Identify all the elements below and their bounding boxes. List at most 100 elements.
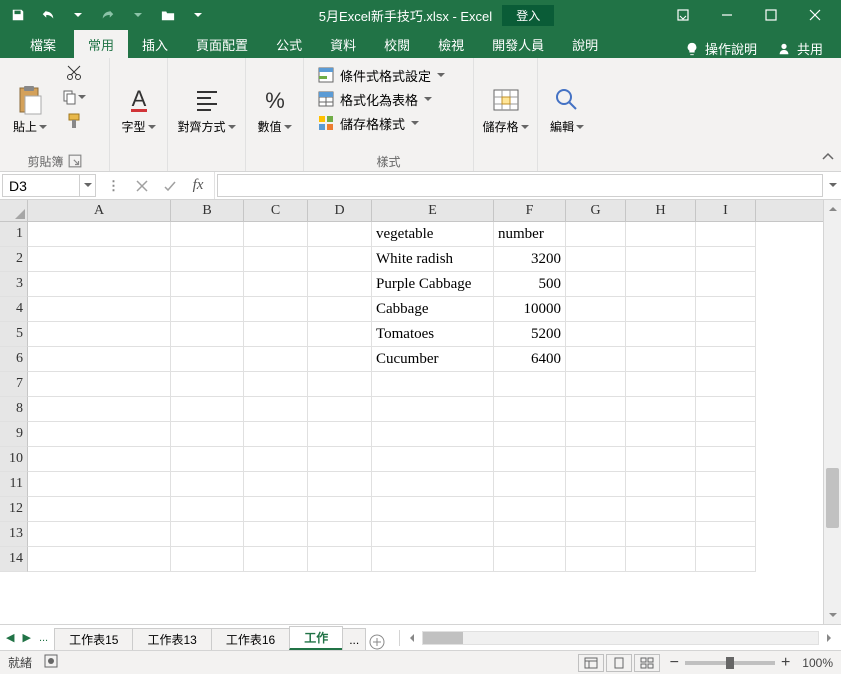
cell[interactable]	[28, 547, 171, 572]
scroll-left[interactable]	[404, 630, 420, 646]
cell[interactable]	[171, 497, 244, 522]
column-header[interactable]: E	[372, 200, 494, 221]
page-break-view[interactable]	[634, 654, 660, 672]
cell[interactable]	[566, 422, 626, 447]
row-header[interactable]: 12	[0, 497, 28, 522]
row-header[interactable]: 13	[0, 522, 28, 547]
font-button[interactable]: A 字型	[116, 62, 161, 136]
cut-button[interactable]	[58, 62, 90, 84]
cell[interactable]	[244, 297, 308, 322]
cell[interactable]	[244, 222, 308, 247]
cell[interactable]	[626, 247, 696, 272]
cell[interactable]	[28, 272, 171, 297]
next-sheet[interactable]: ▶	[22, 631, 30, 644]
cell[interactable]	[171, 297, 244, 322]
cancel-formula[interactable]	[130, 175, 154, 197]
cell[interactable]	[566, 347, 626, 372]
name-box-dropdown[interactable]	[79, 175, 95, 196]
cell[interactable]: 500	[494, 272, 566, 297]
cell[interactable]	[244, 472, 308, 497]
cell[interactable]	[171, 472, 244, 497]
editing-button[interactable]: 編輯	[544, 62, 590, 136]
cell[interactable]	[566, 522, 626, 547]
cell[interactable]	[566, 322, 626, 347]
cell[interactable]	[28, 372, 171, 397]
cell[interactable]	[171, 397, 244, 422]
name-box[interactable]: D3	[2, 174, 96, 197]
cell[interactable]	[566, 222, 626, 247]
cell[interactable]	[372, 397, 494, 422]
cell[interactable]	[494, 497, 566, 522]
cell[interactable]	[626, 297, 696, 322]
cell[interactable]	[28, 422, 171, 447]
cell[interactable]	[566, 372, 626, 397]
cell[interactable]	[244, 397, 308, 422]
cell[interactable]	[566, 547, 626, 572]
row-header[interactable]: 9	[0, 422, 28, 447]
cell[interactable]	[308, 322, 372, 347]
cell[interactable]	[372, 522, 494, 547]
page-layout-view[interactable]	[606, 654, 632, 672]
cell[interactable]	[171, 322, 244, 347]
expand-formula-bar[interactable]	[825, 172, 841, 199]
cell[interactable]	[494, 447, 566, 472]
sheet-tab[interactable]: 工作表13	[132, 628, 211, 650]
row-header[interactable]: 8	[0, 397, 28, 422]
minimize-button[interactable]	[705, 0, 749, 30]
cell[interactable]: 10000	[494, 297, 566, 322]
cell[interactable]	[494, 422, 566, 447]
tab-formulas[interactable]: 公式	[262, 30, 316, 58]
cell[interactable]	[566, 472, 626, 497]
cell[interactable]	[626, 472, 696, 497]
cell[interactable]	[372, 472, 494, 497]
cell[interactable]	[244, 547, 308, 572]
cell[interactable]	[626, 497, 696, 522]
cell[interactable]	[28, 472, 171, 497]
tell-me[interactable]: 操作說明	[677, 39, 765, 58]
cell[interactable]	[244, 247, 308, 272]
copy-button[interactable]	[58, 86, 90, 108]
cell[interactable]	[244, 272, 308, 297]
cell[interactable]: White radish	[372, 247, 494, 272]
cell[interactable]	[28, 322, 171, 347]
cell[interactable]	[372, 497, 494, 522]
vertical-scrollbar[interactable]	[823, 200, 841, 624]
cell[interactable]	[566, 397, 626, 422]
maximize-button[interactable]	[749, 0, 793, 30]
cell[interactable]	[244, 322, 308, 347]
cell[interactable]	[494, 397, 566, 422]
cell[interactable]	[308, 397, 372, 422]
cell[interactable]	[244, 372, 308, 397]
cell[interactable]	[626, 222, 696, 247]
zoom-out[interactable]: −	[670, 654, 679, 672]
new-sheet-button[interactable]	[365, 634, 389, 650]
alignment-button[interactable]: 對齊方式	[174, 62, 239, 136]
cell[interactable]	[626, 347, 696, 372]
cell-styles-button[interactable]: 儲存格樣式	[314, 112, 449, 134]
cell[interactable]	[696, 347, 756, 372]
cell[interactable]	[494, 522, 566, 547]
cell[interactable]	[696, 372, 756, 397]
format-painter-button[interactable]	[58, 110, 90, 132]
cell[interactable]: Cabbage	[372, 297, 494, 322]
hscroll-thumb[interactable]	[423, 632, 463, 644]
column-header[interactable]: C	[244, 200, 308, 221]
cell[interactable]	[308, 372, 372, 397]
tab-developer[interactable]: 開發人員	[478, 30, 558, 58]
clipboard-dialog-launcher[interactable]	[68, 154, 82, 168]
cell[interactable]	[244, 422, 308, 447]
cell[interactable]	[171, 222, 244, 247]
cell[interactable]: 5200	[494, 322, 566, 347]
enter-formula[interactable]	[158, 175, 182, 197]
cell[interactable]	[171, 547, 244, 572]
column-header[interactable]: I	[696, 200, 756, 221]
cell[interactable]	[28, 247, 171, 272]
tab-view[interactable]: 檢視	[424, 30, 478, 58]
cell[interactable]	[28, 522, 171, 547]
format-as-table-button[interactable]: 格式化為表格	[314, 88, 449, 110]
cells-button[interactable]: 儲存格	[480, 62, 531, 136]
cell[interactable]	[696, 222, 756, 247]
cell[interactable]	[308, 272, 372, 297]
cell[interactable]	[696, 297, 756, 322]
cell[interactable]: Tomatoes	[372, 322, 494, 347]
